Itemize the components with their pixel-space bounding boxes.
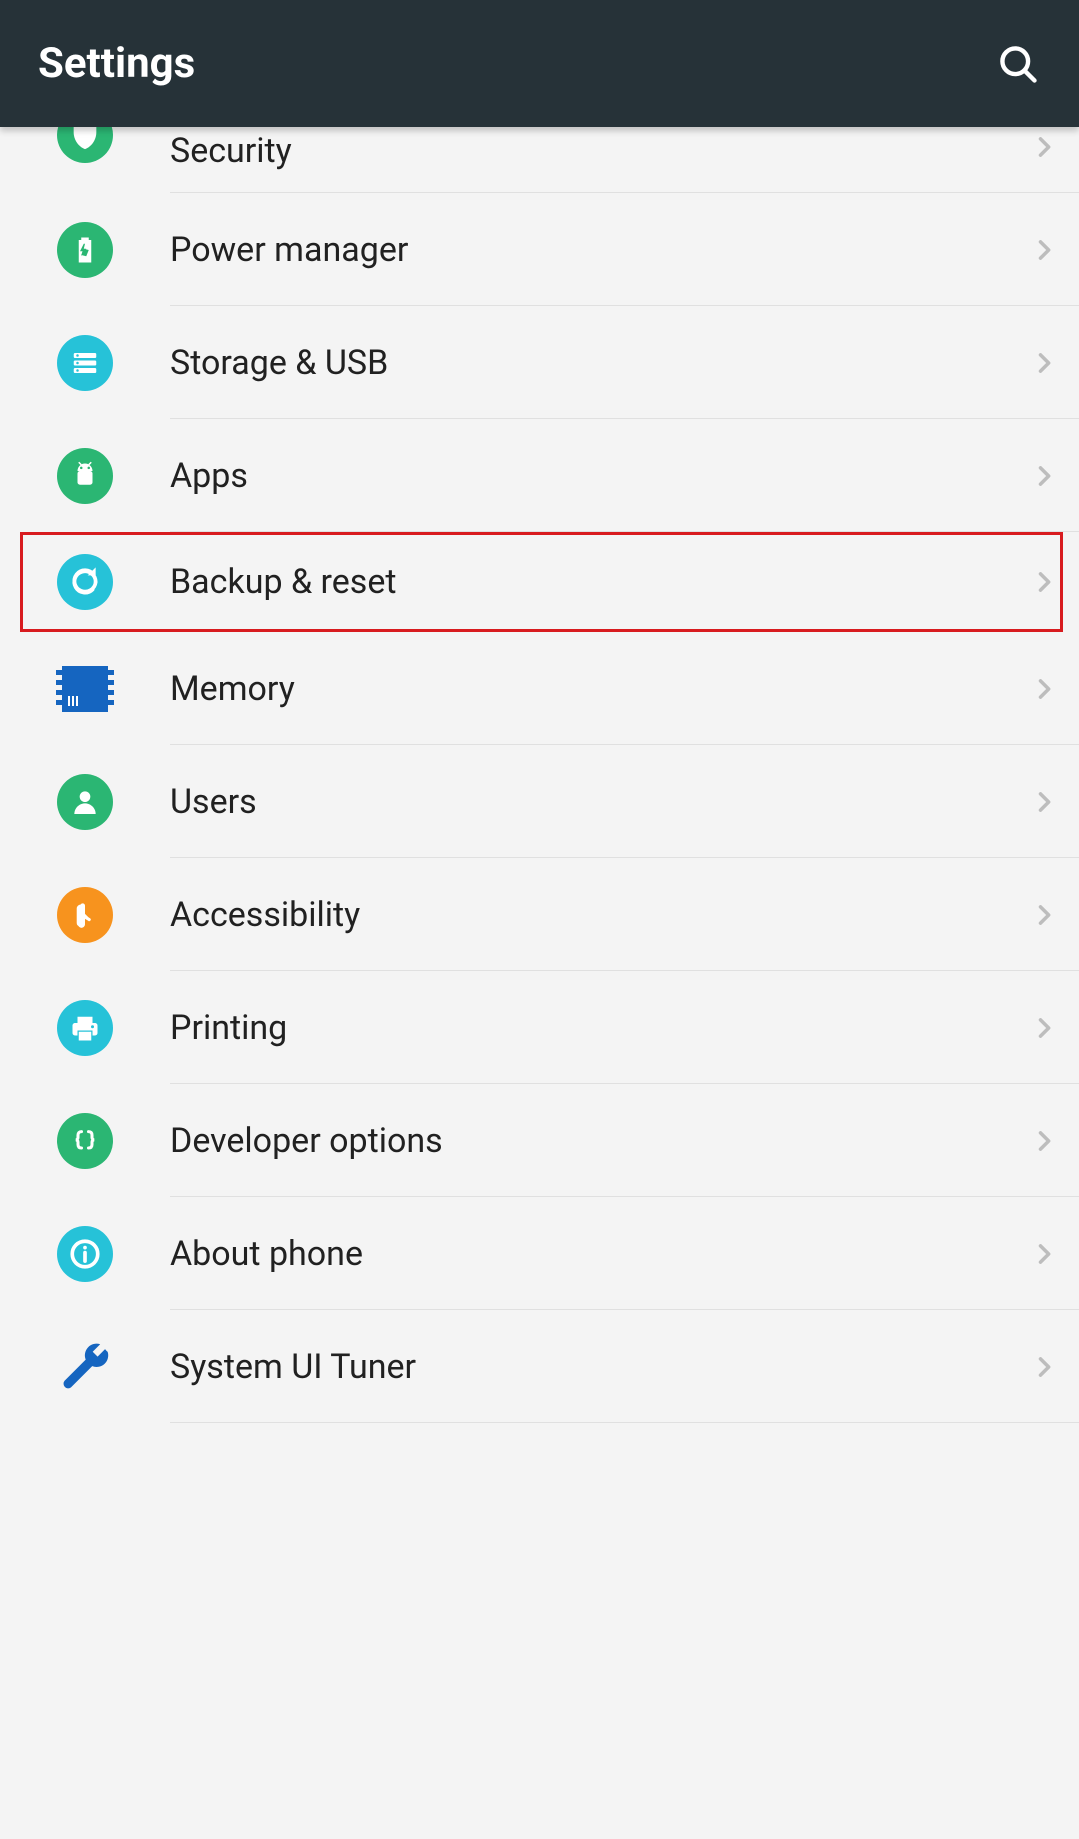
chevron-right-icon [1009,901,1079,929]
row-label: Apps [170,456,1009,496]
info-icon [57,1226,113,1282]
hand-icon [57,887,113,943]
settings-row-security[interactable]: Security [0,127,1079,193]
chevron-right-icon [1009,349,1079,377]
chevron-right-icon [1009,127,1079,161]
row-label: Power manager [170,230,1009,270]
row-label: Users [170,782,1009,822]
settings-row-about-phone[interactable]: About phone [0,1197,1079,1310]
settings-row-apps[interactable]: Apps [0,419,1079,532]
settings-row-developer-options[interactable]: Developer options [0,1084,1079,1197]
android-icon [57,448,113,504]
chevron-right-icon [1009,236,1079,264]
settings-row-storage-usb[interactable]: Storage & USB [0,306,1079,419]
row-label: Memory [170,669,1009,709]
row-label: Printing [170,1008,1009,1048]
storage-icon [57,335,113,391]
wrench-icon [57,1337,113,1397]
battery-icon [57,222,113,278]
settings-row-system-ui-tuner[interactable]: System UI Tuner [0,1310,1079,1423]
chevron-right-icon [1009,1240,1079,1268]
row-label: Accessibility [170,895,1009,935]
settings-list: Security Power manager Storage & USB Apps Ba… [0,127,1079,1423]
settings-row-backup-reset[interactable]: Backup & reset [0,532,1079,632]
settings-row-users[interactable]: Users [0,745,1079,858]
app-bar: Settings [0,0,1079,127]
row-label: Security [170,127,1009,171]
search-icon [996,42,1040,86]
chevron-right-icon [1009,1014,1079,1042]
chevron-right-icon [1009,1127,1079,1155]
row-label: Backup & reset [170,562,1009,602]
search-button[interactable] [995,41,1041,87]
settings-row-power-manager[interactable]: Power manager [0,193,1079,306]
settings-row-memory[interactable]: Memory [0,632,1079,745]
settings-row-printing[interactable]: Printing [0,971,1079,1084]
page-title: Settings [38,39,195,88]
braces-icon [57,1113,113,1169]
refresh-icon [57,554,113,610]
chevron-right-icon [1009,1353,1079,1381]
row-label: Developer options [170,1121,1009,1161]
row-label: Storage & USB [170,343,1009,383]
chip-icon [62,666,108,712]
chevron-right-icon [1009,675,1079,703]
chevron-right-icon [1009,462,1079,490]
settings-row-accessibility[interactable]: Accessibility [0,858,1079,971]
chevron-right-icon [1009,788,1079,816]
chevron-right-icon [1009,568,1079,596]
printer-icon [57,1000,113,1056]
user-icon [57,774,113,830]
row-label: System UI Tuner [170,1347,1009,1387]
row-label: About phone [170,1234,1009,1274]
